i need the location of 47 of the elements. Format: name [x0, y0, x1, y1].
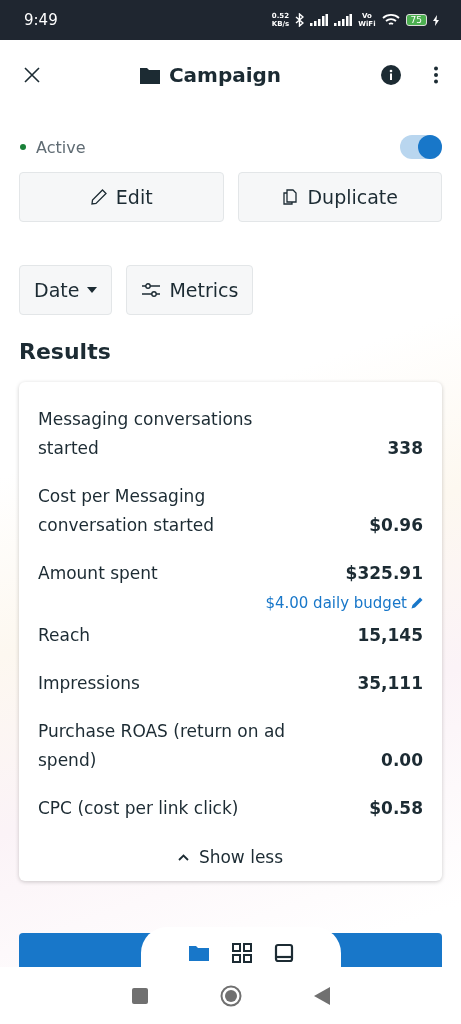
signal-icon	[334, 14, 353, 26]
pencil-icon	[89, 188, 108, 206]
more-icon[interactable]	[433, 66, 439, 84]
close-icon[interactable]	[24, 67, 40, 83]
date-dropdown[interactable]: Date	[19, 265, 113, 315]
wifi-icon	[381, 13, 400, 27]
metric-label: Purchase ROAS (return on ad spend)	[38, 720, 287, 772]
charging-icon	[433, 14, 439, 26]
metric-value: $325.91	[345, 562, 423, 585]
metric-label: CPC (cost per link click)	[38, 797, 239, 820]
duplicate-button[interactable]: Duplicate	[237, 172, 442, 222]
grid-tab[interactable]	[232, 943, 252, 963]
home-icon[interactable]	[219, 984, 242, 1007]
status-label: Active	[36, 137, 87, 157]
metric-value: 0.00	[381, 749, 423, 772]
metrics-button[interactable]: Metrics	[126, 265, 254, 315]
metric-label: Impressions	[38, 672, 140, 695]
metric-value: 338	[387, 437, 423, 460]
caret-icon	[87, 287, 98, 293]
metric-value: $0.96	[369, 514, 423, 537]
tablet-tab[interactable]	[274, 943, 294, 963]
pencil-icon	[411, 597, 423, 609]
clock-time: 9:49	[24, 11, 59, 29]
chevron-up-icon	[177, 853, 189, 861]
edit-button[interactable]: Edit	[19, 172, 224, 222]
section-title: Results	[19, 339, 112, 364]
active-toggle[interactable]	[400, 135, 442, 159]
folder-icon	[139, 66, 160, 84]
folder-tab[interactable]	[188, 943, 210, 963]
signal-icon	[310, 14, 329, 26]
sliders-icon	[141, 283, 162, 297]
metric-label: Messaging conversations started	[38, 408, 254, 460]
back-icon[interactable]	[313, 986, 330, 1005]
metric-value: 15,145	[357, 624, 423, 647]
show-less-button[interactable]: Show less	[173, 843, 288, 871]
battery-level: 75	[405, 14, 427, 26]
budget-link[interactable]: $4.00 daily budget	[265, 594, 423, 612]
metric-label: Cost per Messaging conversation started	[38, 485, 216, 537]
page-title: Campaign	[168, 63, 282, 87]
info-icon[interactable]	[381, 65, 401, 85]
copy-icon	[281, 188, 300, 206]
bluetooth-icon	[295, 13, 305, 27]
metric-label: Amount spent	[38, 562, 158, 585]
metric-value: $0.58	[369, 797, 423, 820]
metric-label: Reach	[38, 624, 91, 647]
metric-value: 35,111	[357, 672, 423, 695]
recents-icon[interactable]	[131, 987, 148, 1004]
